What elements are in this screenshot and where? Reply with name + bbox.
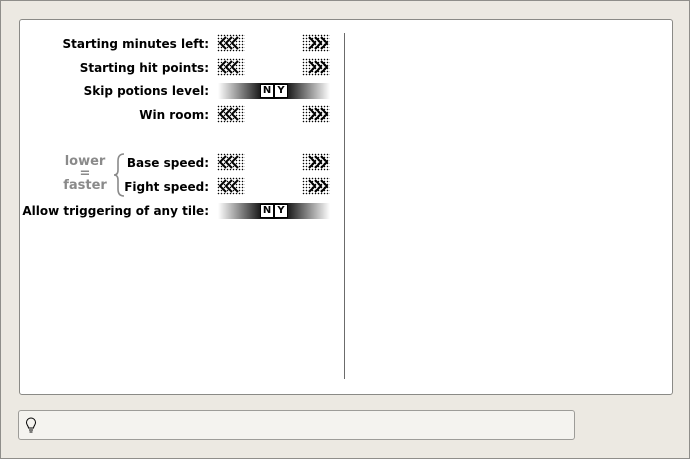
base-speed-increase-button[interactable]: [302, 153, 330, 171]
win-room-decrease-button[interactable]: [217, 105, 245, 123]
win-room-label: Win room:: [139, 108, 209, 122]
starting-hp-increase-button[interactable]: [302, 58, 330, 76]
double-left-arrow-icon: [218, 179, 239, 193]
base-speed-decrease-button[interactable]: [217, 153, 245, 171]
starting-hp-decrease-button[interactable]: [217, 58, 245, 76]
base-speed-label: Base speed:: [126, 156, 209, 170]
allow-trigger-label: Allow triggering of any tile:: [22, 204, 209, 218]
toggle-yes-option[interactable]: Y: [274, 84, 288, 98]
skip-potions-label: Skip potions level:: [83, 84, 209, 98]
toggle-no-option[interactable]: N: [260, 84, 274, 98]
toggle-no-option[interactable]: N: [260, 204, 274, 218]
win-room-increase-button[interactable]: [302, 105, 330, 123]
double-right-arrow-icon: [308, 155, 329, 169]
status-bar: [18, 410, 575, 440]
speed-hint: lower = faster: [60, 155, 110, 193]
lightbulb-icon: [25, 417, 37, 433]
fight-speed-decrease-button[interactable]: [217, 177, 245, 195]
starting-minutes-increase-button[interactable]: [302, 34, 330, 52]
fight-speed-increase-button[interactable]: [302, 177, 330, 195]
starting-hp-label: Starting hit points:: [79, 61, 209, 75]
double-right-arrow-icon: [308, 60, 329, 74]
double-right-arrow-icon: [308, 107, 329, 121]
hint-faster: faster: [63, 178, 107, 193]
starting-minutes-decrease-button[interactable]: [217, 34, 245, 52]
skip-potions-toggle[interactable]: N Y: [218, 83, 330, 99]
toggle-yes-option[interactable]: Y: [274, 204, 288, 218]
double-left-arrow-icon: [218, 155, 239, 169]
double-right-arrow-icon: [308, 179, 329, 193]
allow-trigger-toggle[interactable]: N Y: [218, 203, 330, 219]
double-left-arrow-icon: [218, 60, 239, 74]
double-right-arrow-icon: [308, 36, 329, 50]
vertical-divider: [344, 33, 345, 379]
double-left-arrow-icon: [218, 107, 239, 121]
double-left-arrow-icon: [218, 36, 239, 50]
starting-minutes-label: Starting minutes left:: [62, 37, 209, 51]
fight-speed-label: Fight speed:: [124, 180, 209, 194]
